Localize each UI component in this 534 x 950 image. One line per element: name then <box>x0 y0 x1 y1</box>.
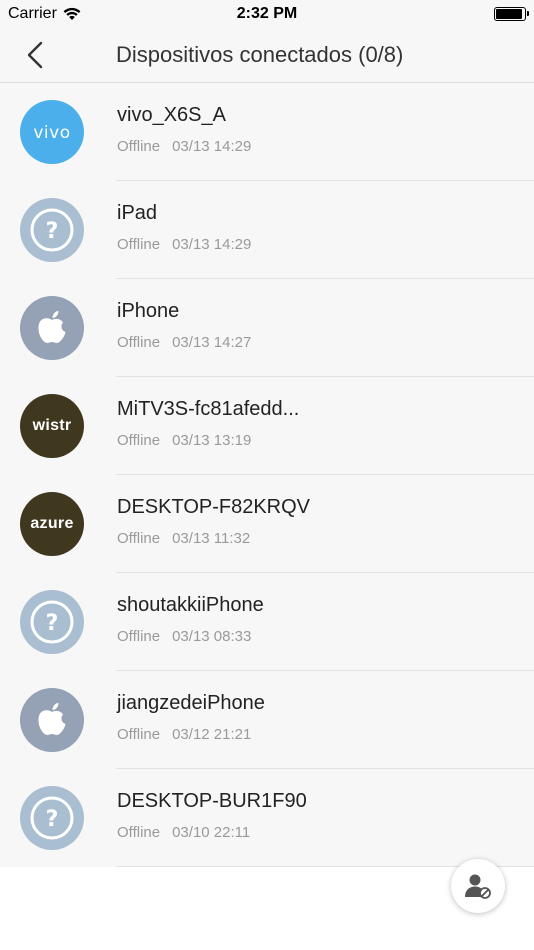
device-list: vivo vivo_X6S_A Offline 03/13 14:29? iPad Off… <box>0 83 534 867</box>
device-avatar: vivo <box>20 100 84 164</box>
device-status: Offline <box>117 726 161 743</box>
svg-text:?: ? <box>46 219 59 244</box>
device-last-seen: 03/12 21:21 <box>172 726 252 743</box>
chevron-left-icon <box>27 41 43 69</box>
device-last-seen: 03/13 08:33 <box>172 628 252 645</box>
user-blocked-icon <box>465 874 491 899</box>
apple-logo-icon <box>38 703 66 735</box>
device-meta: Offline 03/13 08:33 <box>117 628 251 645</box>
device-last-seen: 03/13 14:29 <box>172 138 252 155</box>
apple-logo-icon <box>38 311 66 343</box>
device-meta: Offline 03/13 13:19 <box>117 432 251 449</box>
nav-bar: Dispositivos conectados (0/8) <box>0 28 534 83</box>
device-row[interactable]: azure DESKTOP-F82KRQV Offline 03/13 11:32 <box>0 475 534 573</box>
device-avatar: ? <box>20 590 84 654</box>
question-mark-icon: ? <box>30 208 74 252</box>
device-avatar: wistr <box>20 394 84 458</box>
status-time: 2:32 PM <box>236 5 298 22</box>
device-status: Offline <box>117 138 161 155</box>
device-meta: Offline 03/13 11:32 <box>117 530 250 547</box>
device-row[interactable]: jiangzedeiPhone Offline 03/12 21:21 <box>0 671 534 769</box>
battery-icon <box>494 7 529 21</box>
device-row[interactable]: ? shoutakkiiPhone Offline 03/13 08:33 <box>0 573 534 671</box>
blocked-users-button[interactable] <box>451 859 505 913</box>
device-avatar <box>20 688 84 752</box>
page-title: Dispositivos conectados (0/8) <box>116 42 404 67</box>
vivo-logo-icon: vivo <box>33 123 70 143</box>
device-status: Offline <box>117 432 161 449</box>
device-name: iPhone <box>117 300 180 322</box>
device-meta: Offline 03/10 22:11 <box>117 824 250 841</box>
device-row[interactable]: iPhone Offline 03/13 14:27 <box>0 279 534 377</box>
device-avatar <box>20 296 84 360</box>
question-mark-icon: ? <box>30 600 74 644</box>
device-last-seen: 03/13 14:29 <box>172 236 252 253</box>
device-last-seen: 03/10 22:11 <box>172 824 251 841</box>
status-bar: Carrier 2:32 PM <box>0 0 534 28</box>
device-name: DESKTOP-F82KRQV <box>117 496 311 518</box>
avatar-label: wistr <box>32 417 72 434</box>
device-meta: Offline 03/13 14:27 <box>117 334 251 351</box>
device-status: Offline <box>117 334 161 351</box>
svg-text:?: ? <box>46 611 59 636</box>
svg-text:vivo: vivo <box>33 123 70 143</box>
device-avatar: azure <box>20 492 84 556</box>
device-last-seen: 03/13 11:32 <box>172 530 251 547</box>
device-name: MiTV3S-fc81afedd... <box>117 398 300 420</box>
device-last-seen: 03/13 14:27 <box>172 334 252 351</box>
device-meta: Offline 03/13 14:29 <box>117 236 251 253</box>
device-row[interactable]: ? iPad Offline 03/13 14:29 <box>0 181 534 279</box>
device-row[interactable]: ? DESKTOP-BUR1F90 Offline 03/10 22:11 <box>0 769 534 867</box>
device-name: DESKTOP-BUR1F90 <box>117 790 307 812</box>
device-row[interactable]: wistr MiTV3S-fc81afedd... Offline 03/13 13:… <box>0 377 534 475</box>
svg-text:?: ? <box>46 807 59 832</box>
device-row[interactable]: vivo vivo_X6S_A Offline 03/13 14:29 <box>0 83 534 181</box>
device-last-seen: 03/13 13:19 <box>172 432 252 449</box>
device-meta: Offline 03/13 14:29 <box>117 138 251 155</box>
device-name: vivo_X6S_A <box>117 104 226 126</box>
device-status: Offline <box>117 628 161 645</box>
device-name: jiangzedeiPhone <box>117 692 265 714</box>
device-status: Offline <box>117 824 161 841</box>
back-button[interactable] <box>18 38 52 72</box>
device-avatar: ? <box>20 786 84 850</box>
device-status: Offline <box>117 530 161 547</box>
avatar-label: azure <box>30 515 74 532</box>
device-status: Offline <box>117 236 161 253</box>
device-name: shoutakkiiPhone <box>117 594 264 616</box>
device-avatar: ? <box>20 198 84 262</box>
device-meta: Offline 03/12 21:21 <box>117 726 251 743</box>
device-name: iPad <box>117 202 158 224</box>
question-mark-icon: ? <box>30 796 74 840</box>
battery-fill <box>496 9 522 19</box>
